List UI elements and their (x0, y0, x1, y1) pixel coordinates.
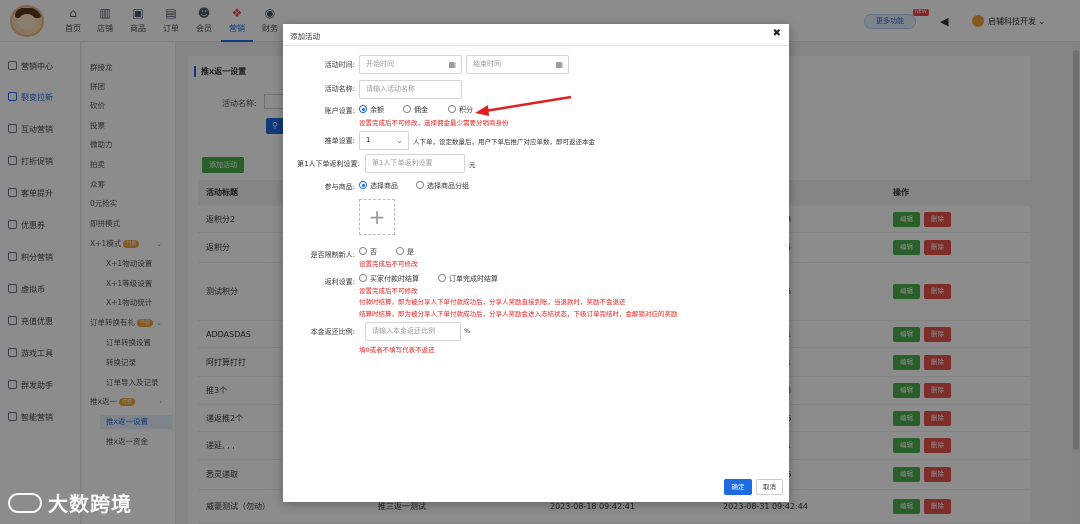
goods-label: 参与商品: (324, 183, 355, 191)
principal-label: 本金返还比例: (310, 328, 355, 336)
newuser-label: 是否限制新人: (310, 251, 355, 259)
radio (403, 105, 411, 113)
calendar-icon: ▦ (448, 60, 456, 69)
account-note: 设置完成后不可修改，选择佣金最少需要分销商身份 (359, 119, 509, 127)
push-count-select[interactable]: 1 ⌄ (359, 131, 409, 150)
push-label: 推单设置: (324, 137, 355, 145)
radio-checked (359, 181, 367, 189)
goods-radio-group[interactable]: 选择商品分组 (416, 181, 469, 191)
plus-icon: + (368, 205, 386, 229)
radio (396, 247, 404, 255)
account-radio-points[interactable]: 积分 (448, 105, 473, 115)
activity-name-input[interactable]: 请输入活动名称 (359, 80, 462, 99)
rebate-note: 结算时结算，即为被分享人下单付款成功后，分享人奖励会进入冻结状态，下级订单完结时… (359, 310, 678, 318)
chevron-down-icon: ⌄ (396, 136, 403, 145)
add-product-button[interactable]: + (359, 199, 395, 235)
add-activity-dialog: 添加活动 ✖ 活动时间: 开始时间 ▦ 结束时间 ▦ 活动名称: 请输入活动名称 账… (283, 24, 789, 502)
account-radio-commission[interactable]: 佣金 (403, 105, 428, 115)
time-label: 活动时间: (324, 61, 355, 69)
radio (359, 247, 367, 255)
radio (359, 274, 367, 282)
radio (448, 105, 456, 113)
radio (438, 274, 446, 282)
rebate-label: 返利设置: (324, 278, 355, 286)
principal-ratio-input[interactable]: 请输入本金返还比例 (365, 322, 461, 341)
start-time-input[interactable]: 开始时间 ▦ (359, 55, 462, 74)
calendar-icon: ▦ (555, 60, 563, 69)
principal-unit: % (464, 327, 471, 335)
newuser-radio-yes[interactable]: 是 (396, 247, 414, 257)
watermark: 大数跨境 (8, 488, 132, 517)
name-label: 活动名称: (324, 85, 355, 93)
newuser-radio-no[interactable]: 否 (359, 247, 377, 257)
rebate-radio-pay[interactable]: 买家付款时结算 (359, 274, 419, 284)
first-rebate-label: 第1人下单返利设置: (297, 160, 360, 168)
end-time-input[interactable]: 结束时间 ▦ (466, 55, 569, 74)
radio-checked (359, 105, 367, 113)
principal-note: 填0或者不填写代表不返还 (359, 346, 435, 354)
account-label: 账户设置: (324, 107, 355, 115)
first-rebate-input[interactable]: 第1人下单返利设置 (365, 154, 465, 173)
first-rebate-unit: 元 (469, 161, 476, 169)
rebate-note: 付款时结算，即为被分享人下单付款成功后，分享人奖励直接到账，当退款时，奖励不会退… (359, 298, 626, 306)
account-radio-balance[interactable]: 余额 (359, 105, 384, 115)
confirm-button[interactable]: 确定 (724, 479, 752, 495)
annotation-arrow (475, 95, 572, 116)
rebate-radio-complete[interactable]: 订单完成时结算 (438, 274, 498, 284)
cancel-button[interactable]: 取消 (756, 479, 783, 495)
dialog-title: 添加活动 (290, 32, 320, 41)
rebate-note: 设置完成后不可修改 (359, 287, 418, 295)
newuser-note: 设置完成后不可修改 (359, 260, 418, 268)
watermark-logo-icon (8, 493, 42, 513)
dialog-header: 添加活动 ✖ (283, 24, 789, 46)
radio (416, 181, 424, 189)
goods-radio-product[interactable]: 选择商品 (359, 181, 398, 191)
close-icon[interactable]: ✖ (773, 28, 781, 39)
push-hint: 人下单，设定数量后，用户下单后推广对应单数，即可返还本金 (413, 138, 595, 146)
